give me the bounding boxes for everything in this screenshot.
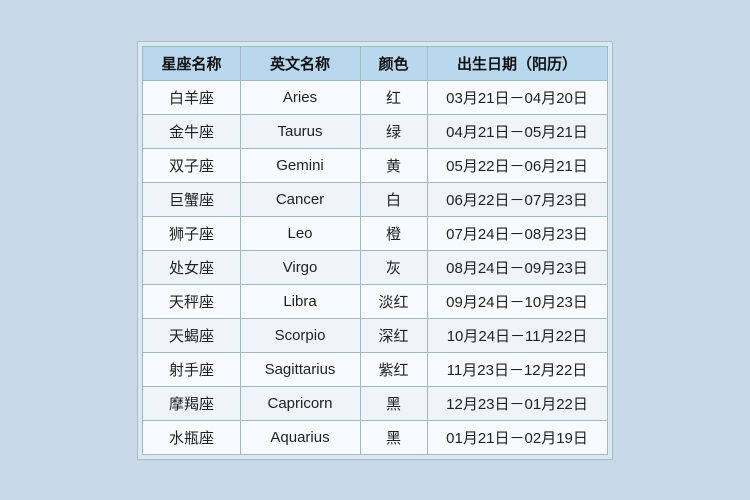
cell-en: Cancer — [240, 182, 360, 216]
cell-en: Aquarius — [240, 420, 360, 454]
header-en: 英文名称 — [240, 46, 360, 80]
header-cn: 星座名称 — [143, 46, 240, 80]
cell-date: 11月23日－12月22日 — [427, 352, 607, 386]
cell-en: Aries — [240, 80, 360, 114]
cell-cn: 金牛座 — [143, 114, 240, 148]
cell-cn: 巨蟹座 — [143, 182, 240, 216]
cell-color: 红 — [360, 80, 427, 114]
cell-cn: 天秤座 — [143, 284, 240, 318]
cell-color: 淡红 — [360, 284, 427, 318]
header-date: 出生日期（阳历） — [427, 46, 607, 80]
cell-date: 05月22日－06月21日 — [427, 148, 607, 182]
cell-color: 橙 — [360, 216, 427, 250]
table-row: 白羊座Aries红03月21日－04月20日 — [143, 80, 607, 114]
cell-cn: 双子座 — [143, 148, 240, 182]
table-row: 天蝎座Scorpio深红10月24日－11月22日 — [143, 318, 607, 352]
table-row: 双子座Gemini黄05月22日－06月21日 — [143, 148, 607, 182]
table-row: 狮子座Leo橙07月24日－08月23日 — [143, 216, 607, 250]
cell-en: Scorpio — [240, 318, 360, 352]
cell-color: 黑 — [360, 386, 427, 420]
cell-en: Virgo — [240, 250, 360, 284]
cell-en: Sagittarius — [240, 352, 360, 386]
table-row: 金牛座Taurus绿04月21日－05月21日 — [143, 114, 607, 148]
cell-date: 06月22日－07月23日 — [427, 182, 607, 216]
cell-en: Leo — [240, 216, 360, 250]
cell-en: Libra — [240, 284, 360, 318]
cell-color: 紫红 — [360, 352, 427, 386]
table-row: 射手座Sagittarius紫红11月23日－12月22日 — [143, 352, 607, 386]
header-color: 颜色 — [360, 46, 427, 80]
cell-color: 灰 — [360, 250, 427, 284]
cell-color: 黄 — [360, 148, 427, 182]
cell-color: 黑 — [360, 420, 427, 454]
cell-color: 白 — [360, 182, 427, 216]
cell-cn: 处女座 — [143, 250, 240, 284]
cell-en: Capricorn — [240, 386, 360, 420]
table-row: 巨蟹座Cancer白06月22日－07月23日 — [143, 182, 607, 216]
zodiac-table-container: 星座名称 英文名称 颜色 出生日期（阳历） 白羊座Aries红03月21日－04… — [137, 41, 612, 460]
table-header-row: 星座名称 英文名称 颜色 出生日期（阳历） — [143, 46, 607, 80]
cell-cn: 摩羯座 — [143, 386, 240, 420]
cell-date: 12月23日－01月22日 — [427, 386, 607, 420]
cell-cn: 射手座 — [143, 352, 240, 386]
cell-date: 04月21日－05月21日 — [427, 114, 607, 148]
table-row: 水瓶座Aquarius黑01月21日－02月19日 — [143, 420, 607, 454]
cell-date: 07月24日－08月23日 — [427, 216, 607, 250]
cell-date: 09月24日－10月23日 — [427, 284, 607, 318]
cell-en: Gemini — [240, 148, 360, 182]
cell-en: Taurus — [240, 114, 360, 148]
cell-date: 08月24日－09月23日 — [427, 250, 607, 284]
cell-cn: 狮子座 — [143, 216, 240, 250]
cell-cn: 白羊座 — [143, 80, 240, 114]
cell-date: 01月21日－02月19日 — [427, 420, 607, 454]
cell-cn: 天蝎座 — [143, 318, 240, 352]
table-row: 处女座Virgo灰08月24日－09月23日 — [143, 250, 607, 284]
table-row: 天秤座Libra淡红09月24日－10月23日 — [143, 284, 607, 318]
cell-color: 深红 — [360, 318, 427, 352]
zodiac-table: 星座名称 英文名称 颜色 出生日期（阳历） 白羊座Aries红03月21日－04… — [142, 46, 607, 455]
cell-cn: 水瓶座 — [143, 420, 240, 454]
table-row: 摩羯座Capricorn黑12月23日－01月22日 — [143, 386, 607, 420]
cell-date: 10月24日－11月22日 — [427, 318, 607, 352]
cell-date: 03月21日－04月20日 — [427, 80, 607, 114]
cell-color: 绿 — [360, 114, 427, 148]
